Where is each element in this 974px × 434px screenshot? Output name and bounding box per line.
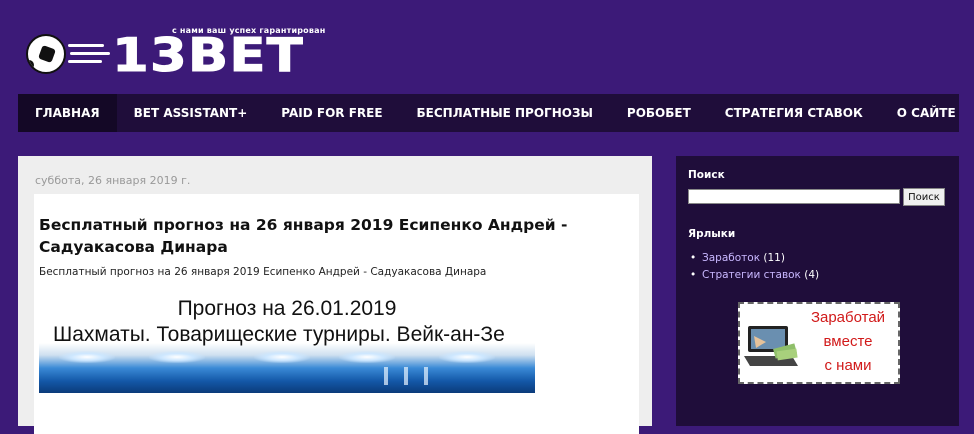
- banner-line-1: Прогноз на 26.01.2019: [177, 297, 397, 320]
- nav-item-robobet[interactable]: РОБОБЕТ: [610, 94, 708, 132]
- nav-item-free-predictions[interactable]: БЕСПЛАТНЫЕ ПРОГНОЗЫ: [400, 94, 610, 132]
- nav-item-bet-assistant[interactable]: BET ASSISTANT+: [117, 94, 265, 132]
- ad-banner[interactable]: Заработай вместе с нами: [738, 302, 900, 384]
- search-button[interactable]: Поиск: [903, 188, 945, 206]
- nav-item-home[interactable]: ГЛАВНАЯ: [18, 94, 117, 132]
- post-title[interactable]: Бесплатный прогноз на 26 января 2019 Еси…: [39, 214, 634, 258]
- laptop-money-icon: [744, 326, 798, 366]
- nav-item-about[interactable]: О САЙТЕ: [880, 94, 973, 132]
- speed-line: [70, 52, 110, 55]
- light-flare: [404, 367, 408, 385]
- speed-line: [68, 60, 102, 63]
- post-subtitle: Бесплатный прогноз на 26 января 2019 Еси…: [39, 266, 487, 278]
- labels-list: Заработок (11) Стратегии ставок (4): [688, 250, 819, 284]
- sidebar: Поиск Поиск Ярлыки Заработок (11) Страте…: [676, 156, 959, 426]
- soccer-ball-icon: [26, 34, 66, 74]
- list-item: Стратегии ставок (4): [688, 267, 819, 284]
- speed-line: [68, 44, 104, 47]
- list-item: Заработок (11): [688, 250, 819, 267]
- brand-name: 13BET: [111, 28, 304, 82]
- site-logo[interactable]: 13BET с нами ваш успех гарантирован: [26, 26, 356, 88]
- label-link-earnings[interactable]: Заработок: [702, 252, 760, 264]
- main-column: суббота, 26 января 2019 г. Бесплатный пр…: [18, 156, 652, 434]
- label-count: (11): [763, 252, 785, 264]
- nav-item-paid-for-free[interactable]: PAID FOR FREE: [264, 94, 399, 132]
- post-banner-image[interactable]: Прогноз на 26.01.2019 Шахматы. Товарищес…: [39, 293, 535, 393]
- ad-line-2: вместе: [823, 333, 873, 350]
- search-heading: Поиск: [688, 169, 725, 181]
- light-flare: [424, 367, 428, 385]
- stadium-light: [149, 351, 205, 363]
- brand-slogan: с нами ваш успех гарантирован: [172, 26, 326, 35]
- label-link-strategies[interactable]: Стратегии ставок: [702, 269, 801, 281]
- stadium-light: [339, 351, 395, 363]
- stadium-light: [59, 351, 115, 363]
- ad-line-1: Заработай: [810, 309, 886, 326]
- nav-item-betting-strategy[interactable]: СТРАТЕГИЯ СТАВОК: [708, 94, 880, 132]
- banner-line-2: Шахматы. Товарищеские турниры. Вейк-ан-З…: [53, 323, 505, 346]
- ad-line-3: с нами: [824, 357, 872, 374]
- label-count: (4): [804, 269, 820, 281]
- light-flare: [384, 367, 388, 385]
- post-date: суббота, 26 января 2019 г.: [35, 174, 191, 187]
- stadium-light: [439, 351, 495, 363]
- post-card: Бесплатный прогноз на 26 января 2019 Еси…: [34, 194, 639, 434]
- labels-heading: Ярлыки: [688, 228, 736, 240]
- main-nav: ГЛАВНАЯ BET ASSISTANT+ PAID FOR FREE БЕС…: [18, 94, 959, 132]
- search-input[interactable]: [688, 189, 900, 204]
- stadium-light: [254, 351, 310, 363]
